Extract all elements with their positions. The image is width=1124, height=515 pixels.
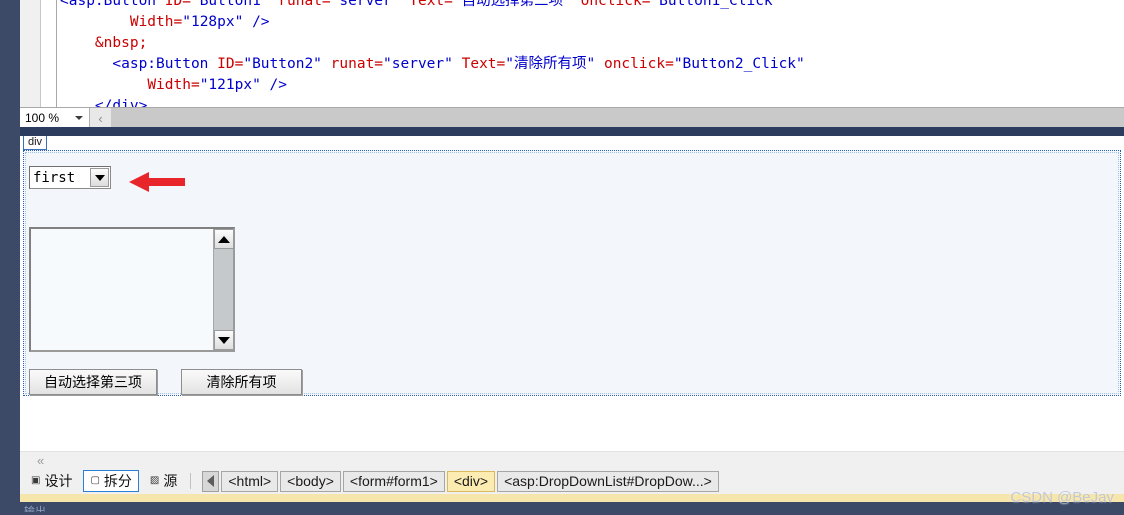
pane-split-bar[interactable]: «	[20, 451, 1124, 469]
tab-source[interactable]: ▨ 源	[143, 470, 184, 492]
source-code-editor[interactable]: <asp:Button ID="Button1" runat="server" …	[20, 0, 1124, 107]
code-line: Width="121px" />	[147, 77, 288, 93]
div-container-block[interactable]: first 自动选择第三项 清除所有项	[23, 150, 1121, 396]
source-view-icon: ▨	[149, 475, 160, 486]
tab-split-label: 拆分	[103, 473, 132, 489]
breadcrumb: <html> <body> <form#form1> <div> <asp:DropDo…	[219, 470, 719, 492]
tab-split[interactable]: ▢ 拆分	[83, 470, 139, 492]
collapse-left-chevron-icon[interactable]: «	[37, 452, 44, 469]
output-pane-label: 输出	[24, 506, 46, 512]
zoom-level-dropdown[interactable]: 100 %	[20, 108, 90, 128]
breadcrumb-item[interactable]: <div>	[446, 470, 496, 492]
dropdownlist-control[interactable]: first	[29, 166, 111, 189]
editor-indicator-margin	[20, 0, 41, 107]
split-view-icon: ▢	[90, 475, 100, 486]
breadcrumb-item[interactable]: <asp:DropDownList#DropDow...>	[497, 470, 719, 492]
csdn-watermark: CSDN @BeJav	[1010, 489, 1114, 506]
editor-code-text[interactable]: <asp:Button ID="Button1" runat="server" …	[60, 0, 805, 107]
annotation-arrow-icon	[129, 172, 185, 192]
pane-divider-band	[20, 127, 1124, 136]
breadcrumb-item[interactable]: <body>	[280, 470, 341, 492]
auto-select-third-item-button[interactable]: 自动选择第三项	[29, 369, 157, 395]
collapse-pane-button[interactable]: ‹	[90, 108, 111, 128]
selected-tag-badge[interactable]: div	[23, 136, 48, 150]
clear-all-items-button[interactable]: 清除所有项	[181, 369, 302, 395]
code-line: </div>	[60, 98, 148, 107]
scroll-up-arrow-icon[interactable]	[214, 229, 234, 249]
breadcrumb-scroll-left-button[interactable]	[202, 470, 220, 492]
page-root: <asp:Button ID="Button1" runat="server" …	[0, 0, 1124, 515]
toolbar-divider	[190, 473, 192, 489]
page-accent-strip	[20, 494, 1124, 502]
zoom-level-value: 100 %	[25, 111, 60, 125]
breadcrumb-item[interactable]: <form#form1>	[342, 470, 445, 492]
dropdownlist-selected-text: first	[33, 169, 76, 186]
tab-design-label: 设计	[44, 473, 73, 489]
tab-source-label: 源	[163, 473, 178, 489]
design-view-surface[interactable]: div first 自动选择第三项 清除所有项	[20, 136, 1124, 414]
view-mode-and-breadcrumb-bar: ▣ 设计 ▢ 拆分 ▨ 源 <html> <body> <form#form1> <d…	[20, 468, 1124, 494]
tab-design[interactable]: ▣ 设计	[24, 470, 79, 492]
page-left-gutter	[0, 0, 20, 515]
code-line: Width="128px" />	[129, 14, 270, 30]
page-bottom-band	[0, 502, 1124, 515]
code-line: <asp:Button ID="Button1" runat="server" …	[60, 0, 782, 9]
code-line: <asp:Button ID="Button2" runat="server" …	[60, 56, 805, 72]
listbox-control[interactable]	[29, 227, 235, 352]
scroll-down-arrow-icon[interactable]	[214, 330, 234, 350]
dropdown-arrow-icon[interactable]	[90, 168, 109, 187]
editor-selection-margin	[41, 0, 57, 107]
editor-zoom-toolbar: 100 % ‹	[20, 107, 1124, 128]
design-view-icon: ▣	[31, 475, 41, 486]
listbox-scrollbar[interactable]	[213, 229, 234, 350]
code-line: &nbsp;	[94, 35, 148, 51]
breadcrumb-item[interactable]: <html>	[221, 470, 279, 492]
design-surface-filler	[20, 414, 1124, 451]
chevron-down-icon	[75, 116, 83, 120]
